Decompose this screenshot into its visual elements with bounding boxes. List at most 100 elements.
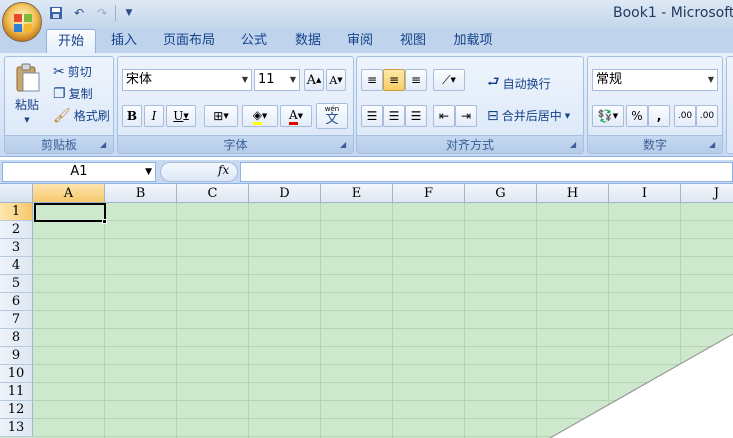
column-header-h[interactable]: H — [537, 184, 609, 203]
borders-button[interactable]: ⊞ ▼ — [204, 105, 238, 127]
row-header-3[interactable]: 3 — [0, 239, 33, 257]
italic-button[interactable]: I — [144, 105, 164, 127]
fill-color-button[interactable]: ◈ ▼ — [242, 105, 278, 127]
worksheet-grid[interactable]: A B C D E F G H I J 1 2 3 4 5 6 7 8 9 10 11 12 13 — [0, 184, 733, 438]
grow-font-icon: A — [306, 72, 316, 88]
clipboard-launcher-icon[interactable]: ◢ — [100, 140, 110, 150]
gridline-horizontal — [33, 400, 733, 401]
currency-button[interactable]: 💱 ▼ — [592, 105, 624, 127]
save-icon[interactable] — [46, 4, 66, 22]
number-format-select[interactable]: 常规 ▼ — [592, 69, 718, 91]
font-name-select[interactable]: 宋体 ▼ — [122, 69, 252, 91]
decrease-decimal-button[interactable]: .00 — [696, 105, 718, 127]
fill-handle[interactable] — [102, 219, 107, 224]
align-middle-button[interactable]: ≡ — [383, 69, 405, 91]
column-header-f[interactable]: F — [393, 184, 465, 203]
row-header-8[interactable]: 8 — [0, 329, 33, 347]
tab-addins[interactable]: 加载项 — [448, 29, 498, 53]
alignment-group-label: 对齐方式 — [357, 135, 583, 153]
paste-dropdown-icon[interactable]: ▼ — [24, 116, 29, 124]
merge-center-button[interactable]: ⊟ 合并后居中 ▼ — [487, 107, 570, 124]
row-header-7[interactable]: 7 — [0, 311, 33, 329]
increase-indent-button[interactable]: ⇥ — [455, 105, 477, 127]
insert-function-icon[interactable]: fx — [218, 163, 229, 177]
name-box-dropdown-icon[interactable]: ▼ — [145, 163, 152, 181]
number-format-value: 常规 — [596, 72, 623, 87]
column-header-a[interactable]: A — [33, 184, 105, 203]
align-middle-icon: ≡ — [388, 73, 400, 87]
formula-input[interactable] — [240, 162, 733, 182]
name-box[interactable]: A1 ▼ — [2, 162, 156, 182]
tab-view[interactable]: 视图 — [393, 29, 433, 53]
align-center-button[interactable]: ☰ — [383, 105, 405, 127]
percent-button[interactable]: % — [626, 105, 648, 127]
tab-review[interactable]: 审阅 — [340, 29, 380, 53]
column-header-j[interactable]: J — [681, 184, 733, 203]
tab-formulas[interactable]: 公式 — [234, 29, 274, 53]
number-launcher-icon[interactable]: ◢ — [709, 140, 719, 150]
tab-data[interactable]: 数据 — [288, 29, 328, 53]
redo-icon[interactable]: ↷ — [92, 4, 112, 22]
row-header-4[interactable]: 4 — [0, 257, 33, 275]
currency-icon: 💱 — [597, 109, 613, 123]
cut-button[interactable]: ✂ 剪切 — [53, 63, 92, 80]
format-painter-label: 格式刷 — [73, 109, 110, 123]
row-header-10[interactable]: 10 — [0, 365, 33, 383]
row-header-5[interactable]: 5 — [0, 275, 33, 293]
bold-button[interactable]: B — [122, 105, 142, 127]
tab-insert[interactable]: 插入 — [104, 29, 144, 53]
phonetic-guide-button[interactable]: wén 文 — [316, 103, 348, 129]
row-header-11[interactable]: 11 — [0, 383, 33, 401]
paint-bucket-icon: ◈ — [252, 108, 262, 125]
column-header-d[interactable]: D — [249, 184, 321, 203]
tab-home[interactable]: 开始 — [46, 29, 96, 53]
column-header-i[interactable]: I — [609, 184, 681, 203]
copy-button[interactable]: ❐ 复制 — [53, 85, 93, 102]
underline-dropdown-icon: ▼ — [183, 112, 189, 120]
formula-bar: A1 ▼ fx — [0, 160, 733, 184]
gridline-horizontal — [33, 382, 733, 383]
merge-center-label: 合并后居中 — [501, 109, 562, 123]
row-header-13[interactable]: 13 — [0, 419, 33, 437]
grow-font-button[interactable]: A ▲ — [304, 69, 324, 91]
gridline-horizontal — [33, 436, 733, 437]
underline-button[interactable]: U ▼ — [166, 105, 196, 127]
align-bottom-button[interactable]: ≡ — [405, 69, 427, 91]
borders-dropdown-icon: ▼ — [223, 112, 229, 120]
shrink-font-button[interactable]: A ▼ — [326, 69, 346, 91]
row-header-1[interactable]: 1 — [0, 203, 33, 221]
select-all-corner[interactable] — [0, 184, 33, 203]
font-launcher-icon[interactable]: ◢ — [340, 140, 350, 150]
comma-button[interactable]: , — [648, 105, 670, 127]
row-header-9[interactable]: 9 — [0, 347, 33, 365]
copy-label: 复制 — [68, 87, 93, 101]
font-size-select[interactable]: 11 ▼ — [254, 69, 300, 91]
format-painter-button[interactable]: 🖌 格式刷 — [53, 107, 110, 124]
gridline-horizontal — [33, 238, 733, 239]
font-color-button[interactable]: A ▼ — [280, 105, 312, 127]
column-header-e[interactable]: E — [321, 184, 393, 203]
alignment-group: ≡ ≡ ≡ ⟋ ▼ ⮐ 自动换行 ☰ ☰ ☰ ⇤ ⇥ ⊟ 合并后居中 ▼ 对齐方式… — [356, 56, 584, 154]
orientation-button[interactable]: ⟋ ▼ — [433, 69, 465, 91]
column-header-g[interactable]: G — [465, 184, 537, 203]
wrap-text-button[interactable]: ⮐ 自动换行 — [487, 71, 551, 95]
customize-qat-icon[interactable]: ▼ — [119, 4, 139, 22]
column-header-b[interactable]: B — [105, 184, 177, 203]
paste-button[interactable]: 粘贴 ▼ — [9, 63, 45, 133]
align-top-button[interactable]: ≡ — [361, 69, 383, 91]
row-header-2[interactable]: 2 — [0, 221, 33, 239]
row-header-6[interactable]: 6 — [0, 293, 33, 311]
row-header-12[interactable]: 12 — [0, 401, 33, 419]
increase-decimal-button[interactable]: .00 — [674, 105, 696, 127]
office-button[interactable] — [2, 2, 42, 42]
align-right-button[interactable]: ☰ — [405, 105, 427, 127]
tab-page-layout[interactable]: 页面布局 — [158, 29, 220, 53]
decrease-indent-button[interactable]: ⇤ — [433, 105, 455, 127]
undo-icon[interactable]: ↶ — [69, 4, 89, 22]
paste-icon — [16, 63, 40, 92]
column-header-c[interactable]: C — [177, 184, 249, 203]
active-cell[interactable] — [34, 203, 106, 222]
align-left-button[interactable]: ☰ — [361, 105, 383, 127]
font-name-dropdown-icon: ▼ — [241, 75, 248, 84]
alignment-launcher-icon[interactable]: ◢ — [570, 140, 580, 150]
